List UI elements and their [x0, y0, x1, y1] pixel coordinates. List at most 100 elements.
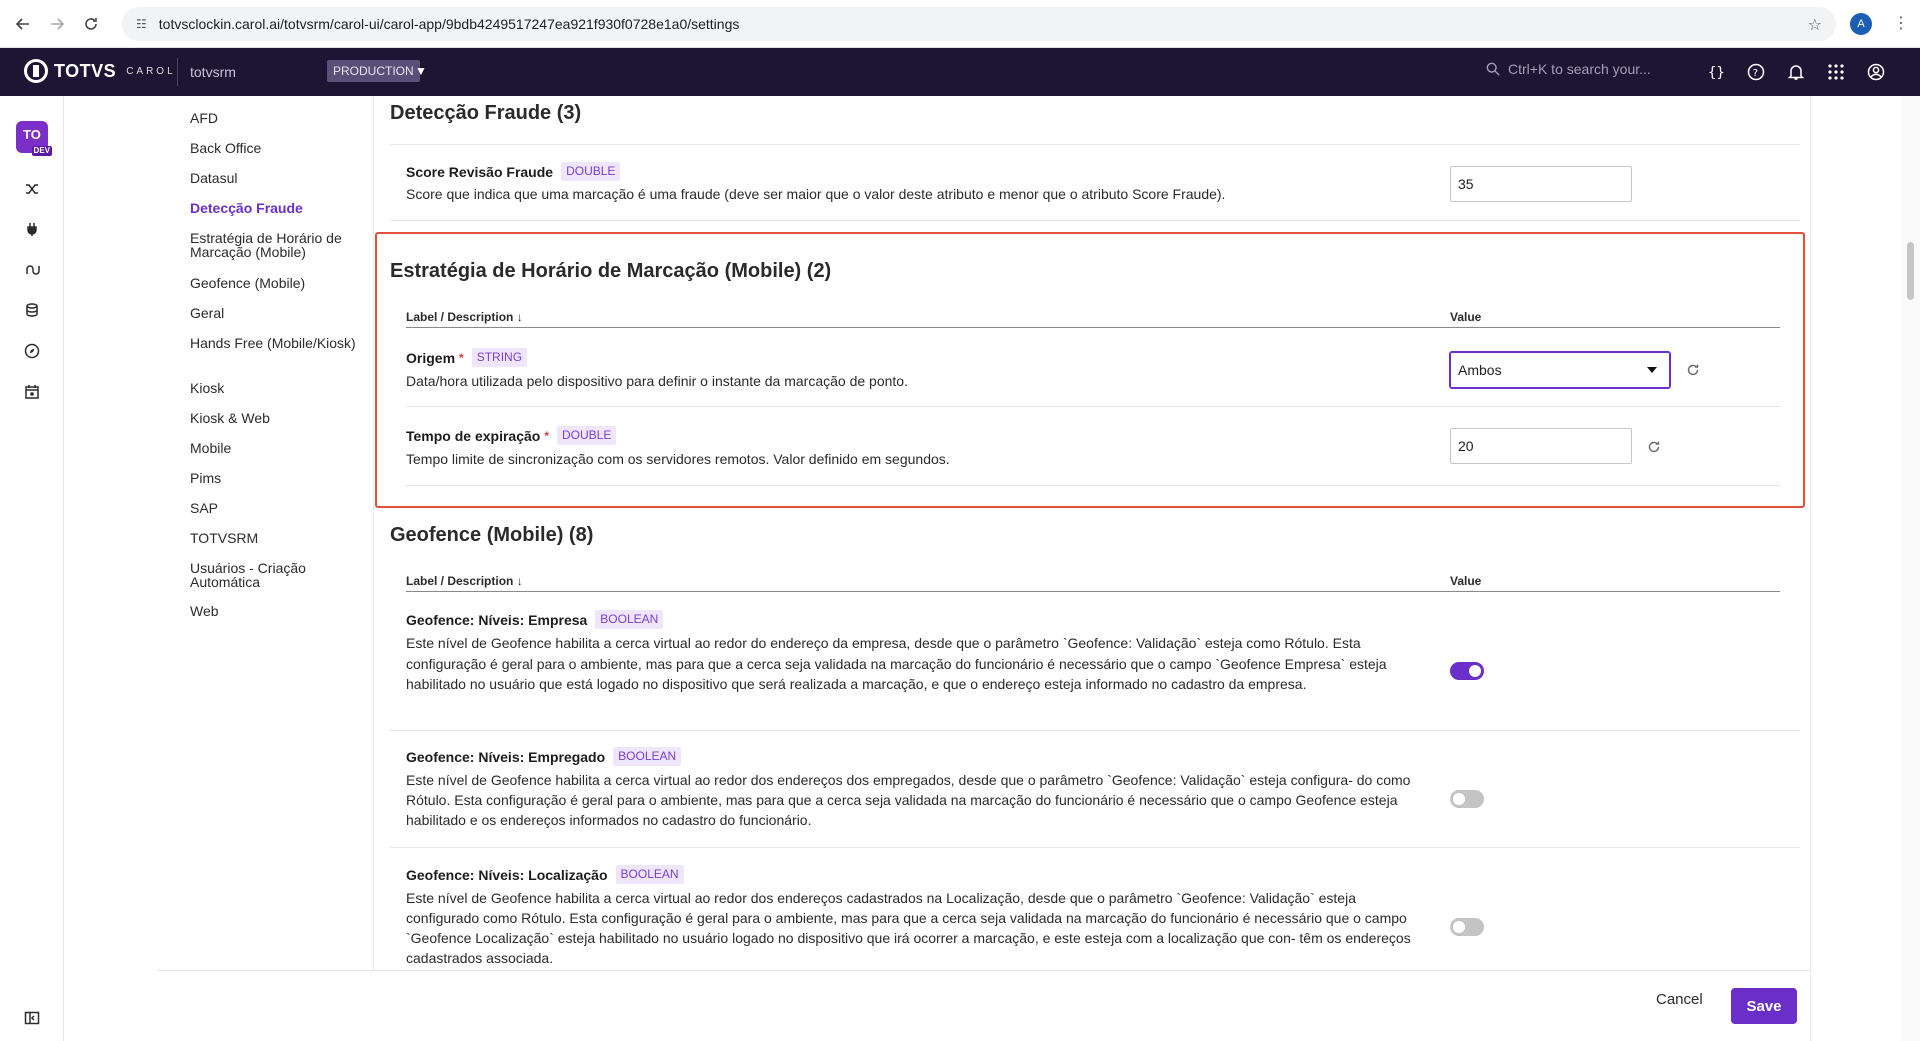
bell-icon[interactable]: [1786, 62, 1806, 82]
environment-badge[interactable]: PRODUCTION: [327, 60, 420, 82]
address-bar[interactable]: ☷ totvsclockin.carol.ai/totvsrm/carol-ui…: [122, 7, 1836, 41]
sidebar-item-pims[interactable]: Pims: [190, 471, 360, 485]
chevron-down-icon[interactable]: ▼: [415, 64, 427, 78]
cancel-button[interactable]: Cancel: [1656, 991, 1703, 1008]
field-desc-score-revisao: Score que indica que uma marcação é uma …: [406, 186, 1226, 202]
field-label-geofence-empregado: Geofence: Níveis: Empregado BOOLEAN: [406, 747, 682, 766]
sidebar-item-afd[interactable]: AFD: [190, 111, 360, 125]
shuffle-icon[interactable]: [24, 181, 40, 197]
sidebar-item-usuarios[interactable]: Usuários - Criação Automática: [190, 561, 360, 589]
origem-select[interactable]: Ambos: [1450, 352, 1670, 388]
column-header-label-text: Label / Description: [406, 574, 514, 588]
left-rail: TO DEV: [0, 96, 64, 1041]
svg-text:?: ?: [1753, 68, 1758, 79]
sidebar-item-kiosk[interactable]: Kiosk: [190, 381, 360, 395]
user-account-icon[interactable]: [1866, 62, 1886, 82]
row-divider: [390, 220, 1800, 221]
field-label-geofence-empresa: Geofence: Níveis: Empresa BOOLEAN: [406, 610, 664, 629]
column-header-value: Value: [1450, 310, 1482, 324]
tenant-name[interactable]: totvsrm: [190, 64, 236, 80]
sidebar-toggle-icon[interactable]: [24, 1010, 40, 1026]
section-title-geofence: Geofence (Mobile) (8): [390, 524, 594, 546]
form-footer: Cancel Save: [158, 970, 1810, 1041]
geofence-localizacao-toggle[interactable]: [1450, 918, 1484, 936]
compass-icon[interactable]: [24, 343, 40, 359]
row-divider: [390, 847, 1800, 848]
field-label-tempo-expiracao: Tempo de expiração * DOUBLE: [406, 426, 617, 445]
bookmark-star-icon[interactable]: ☆: [1808, 15, 1822, 35]
app-avatar-initials: TO: [23, 127, 41, 142]
sidebar-item-datasul[interactable]: Datasul: [190, 171, 360, 185]
sidebar-item-totvsrm[interactable]: TOTVSRM: [190, 531, 360, 545]
required-asterisk: *: [544, 428, 550, 443]
column-header-rule: [406, 591, 1780, 592]
column-header-label[interactable]: Label / Description ↓: [406, 574, 523, 588]
brand-sub: CAROL: [126, 65, 176, 77]
global-search[interactable]: Ctrl+K to search your...: [1486, 61, 1651, 77]
save-button[interactable]: Save: [1731, 988, 1797, 1024]
tempo-expiracao-input[interactable]: [1450, 428, 1632, 464]
reset-icon[interactable]: [1647, 440, 1661, 454]
pipeline-icon[interactable]: [24, 262, 40, 278]
browser-menu-icon[interactable]: ⋮: [1893, 14, 1909, 34]
app-avatar[interactable]: TO DEV: [16, 121, 52, 156]
field-desc-origem: Data/hora utilizada pelo dispositivo par…: [406, 373, 908, 389]
field-desc-geofence-empregado: Este nível de Geofence habilita a cerca …: [406, 772, 1411, 828]
svg-text:{}: {}: [1708, 65, 1725, 81]
toggle-knob: [1453, 793, 1465, 805]
right-gutter: [1810, 96, 1902, 1041]
geofence-empregado-toggle[interactable]: [1450, 790, 1484, 808]
sort-arrow-icon: ↓: [516, 574, 523, 588]
reset-icon[interactable]: [1686, 363, 1700, 377]
totvs-logo-icon: [24, 59, 48, 83]
settings-content: Detecção Fraude (3) Score Revisão Fraude…: [374, 96, 1810, 970]
sidebar-item-sap[interactable]: SAP: [190, 501, 360, 515]
field-label-geofence-localizacao: Geofence: Níveis: Localização BOOLEAN: [406, 865, 684, 884]
brand-name: TOTVS: [54, 60, 117, 81]
field-desc-tempo-expiracao: Tempo limite de sincronização com os ser…: [406, 451, 950, 467]
sidebar-item-kiosk-web[interactable]: Kiosk & Web: [190, 411, 360, 425]
search-icon: [1486, 62, 1500, 76]
sidebar-item-mobile[interactable]: Mobile: [190, 441, 360, 455]
forward-icon[interactable]: [46, 13, 68, 35]
type-badge: BOOLEAN: [615, 865, 684, 884]
field-label-text: Score Revisão Fraude: [406, 163, 554, 180]
browser-profile-avatar[interactable]: A: [1850, 13, 1872, 35]
field-label-origem: Origem * STRING: [406, 348, 528, 367]
column-header-value: Value: [1450, 574, 1482, 588]
scroll-thumb[interactable]: [1907, 242, 1914, 300]
field-label-text: Geofence: Níveis: Empresa: [406, 611, 588, 628]
field-label-score-revisao: Score Revisão Fraude DOUBLE: [406, 162, 621, 181]
column-header-rule: [406, 327, 1780, 328]
code-braces-icon[interactable]: {}: [1706, 62, 1726, 82]
apps-grid-icon[interactable]: [1826, 62, 1846, 82]
row-divider: [390, 730, 1800, 731]
site-info-icon[interactable]: ☷: [136, 17, 147, 31]
sort-arrow-icon: ↓: [516, 310, 523, 324]
back-icon[interactable]: [12, 13, 34, 35]
help-icon[interactable]: ?: [1746, 62, 1766, 82]
field-label-text: Geofence: Níveis: Localização: [406, 866, 608, 883]
geofence-empresa-toggle[interactable]: [1450, 662, 1484, 680]
app-header: TOTVS CAROL totvsrm PRODUCTION ▼ Ctrl+K …: [0, 48, 1920, 96]
page-scrollbar[interactable]: [1902, 96, 1920, 1041]
sidebar-item-back-office[interactable]: Back Office: [190, 141, 360, 155]
toggle-knob: [1469, 665, 1481, 677]
field-label-text: Geofence: Níveis: Empregado: [406, 748, 606, 765]
sidebar-item-hands-free[interactable]: Hands Free (Mobile/Kiosk): [190, 336, 360, 350]
sidebar-item-estrategia[interactable]: Estratégia de Horário de Marcação (Mobil…: [190, 231, 360, 259]
sidebar-item-deteccao-fraude[interactable]: Detecção Fraude: [190, 201, 360, 215]
required-asterisk: *: [459, 350, 464, 365]
score-revisao-input[interactable]: [1450, 166, 1632, 202]
sidebar-item-web[interactable]: Web: [190, 604, 360, 618]
row-divider: [406, 485, 1780, 486]
totvs-carol-logo[interactable]: TOTVS CAROL: [24, 59, 176, 83]
calendar-settings-icon[interactable]: [24, 384, 40, 400]
sidebar-item-geofence[interactable]: Geofence (Mobile): [190, 276, 360, 290]
database-icon[interactable]: [24, 302, 40, 318]
sidebar-item-geral[interactable]: Geral: [190, 306, 360, 320]
column-header-label[interactable]: Label / Description ↓: [406, 310, 523, 324]
reload-icon[interactable]: [80, 13, 102, 35]
origem-select-value: Ambos: [1458, 362, 1502, 378]
plug-icon[interactable]: [24, 221, 40, 237]
